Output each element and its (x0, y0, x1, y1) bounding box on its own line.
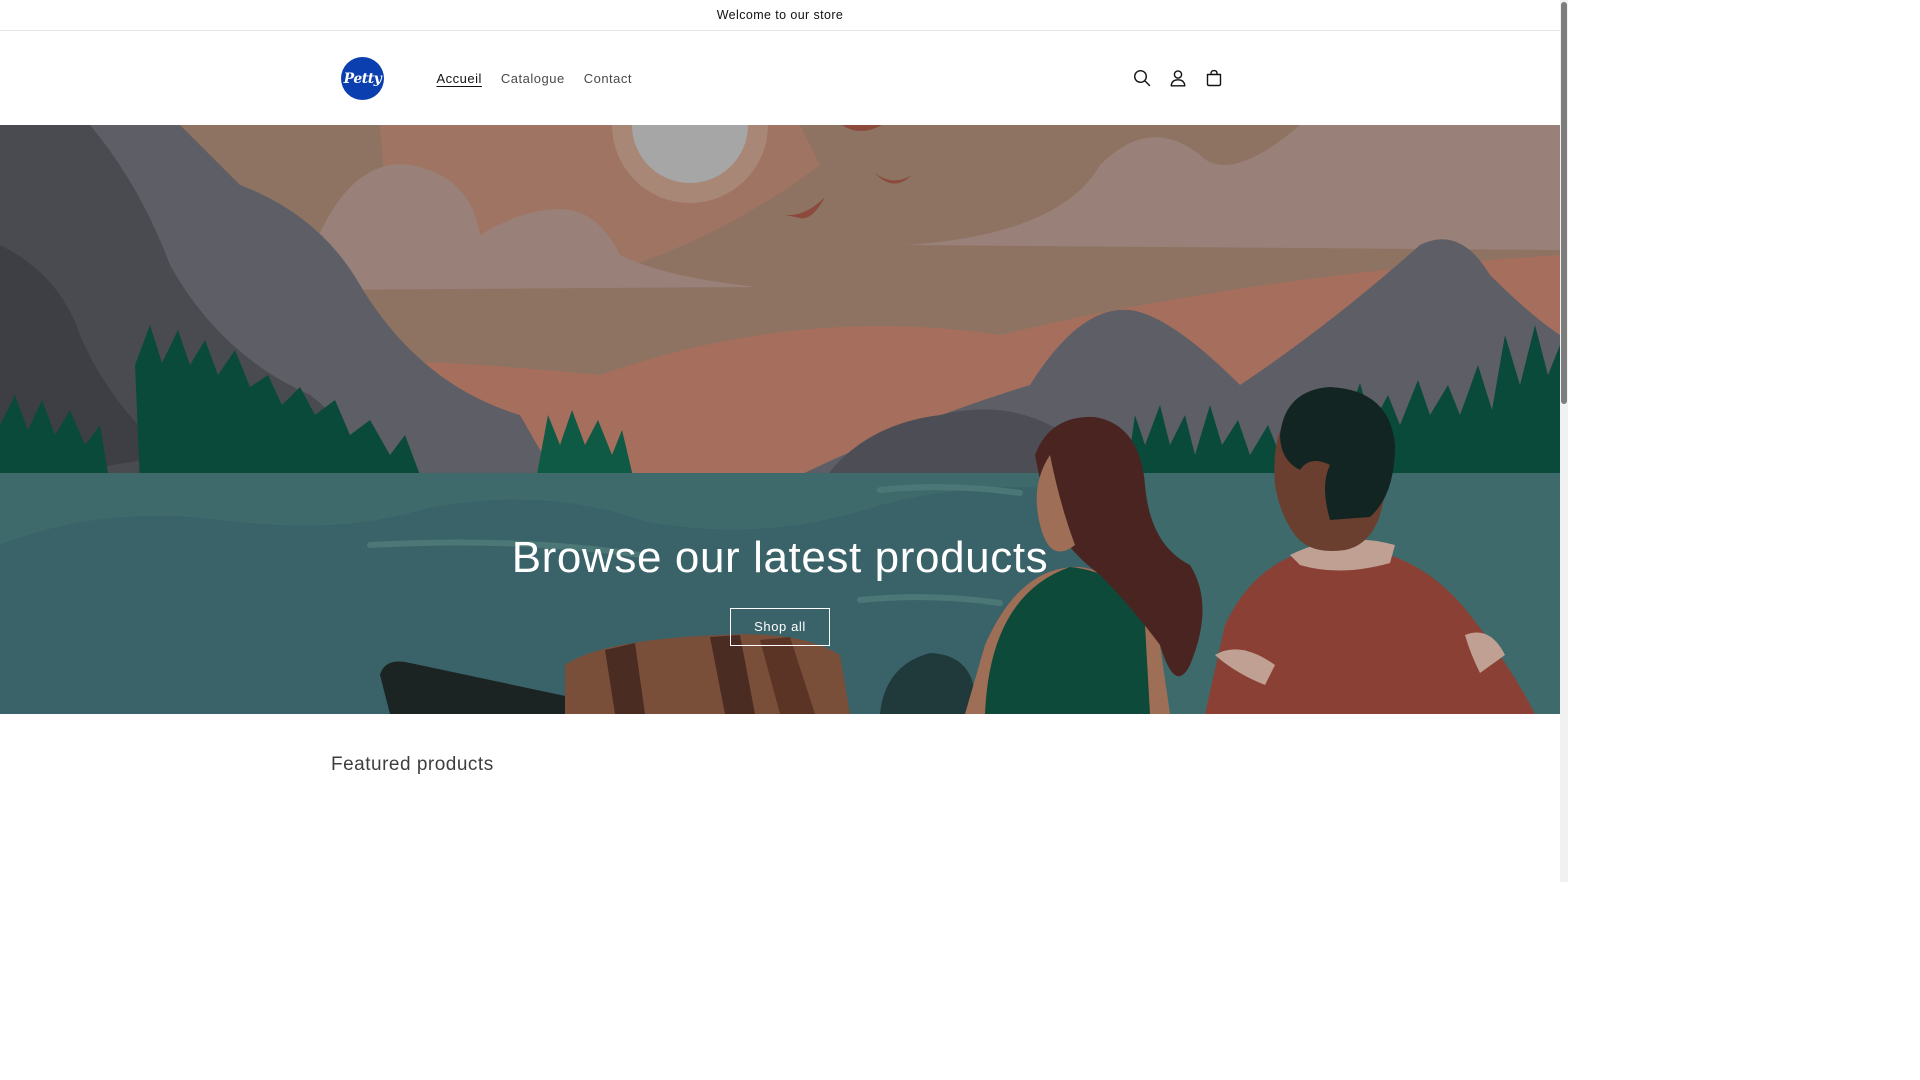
scrollbar-thumb[interactable] (1561, 2, 1567, 404)
hero-banner: Browse our latest products Shop all (0, 125, 1560, 714)
search-icon (1133, 69, 1151, 87)
store-logo[interactable]: Petty (341, 57, 384, 100)
logo-text: Petty (343, 70, 382, 87)
featured-products-heading: Featured products (331, 754, 494, 775)
account-icon (1170, 70, 1186, 87)
cart-icon (1206, 69, 1222, 87)
announcement-text: Welcome to our store (716, 8, 844, 22)
nav-item-accueil[interactable]: Accueil (427, 71, 491, 86)
hero-content: Browse our latest products Shop all (0, 530, 1560, 646)
page-scrollbar[interactable] (1560, 0, 1568, 882)
header-icons (1124, 60, 1232, 96)
account-button[interactable] (1160, 60, 1196, 96)
announcement-bar: Welcome to our store (0, 0, 1560, 31)
main-nav: Accueil Catalogue Contact (427, 32, 642, 125)
nav-item-catalogue[interactable]: Catalogue (491, 71, 574, 86)
search-button[interactable] (1124, 60, 1160, 96)
cart-button[interactable] (1196, 60, 1232, 96)
hero-title: Browse our latest products (511, 533, 1049, 582)
storefront-page: Welcome to our store Petty Accueil Catal… (0, 0, 1560, 882)
nav-item-contact[interactable]: Contact (574, 71, 641, 86)
shop-all-button[interactable]: Shop all (730, 608, 830, 646)
site-header: Petty Accueil Catalogue Contact (0, 32, 1560, 125)
